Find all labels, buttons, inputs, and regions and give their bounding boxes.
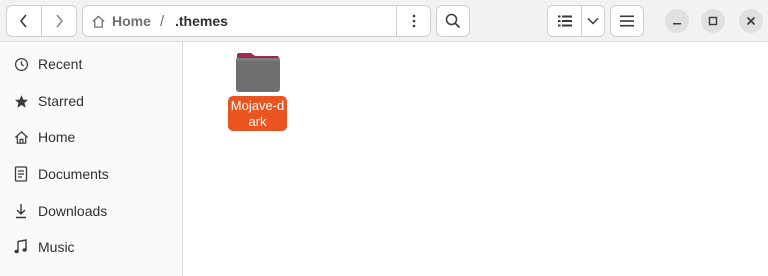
- path-menu-button[interactable]: [396, 6, 430, 36]
- breadcrumb-separator: /: [160, 12, 165, 30]
- sidebar-item-label: Starred: [38, 93, 84, 109]
- header-bar: Home / .themes: [0, 0, 768, 42]
- sidebar: Recent Starred Home Documents Downloads: [0, 42, 183, 276]
- search-button[interactable]: [436, 5, 470, 37]
- breadcrumb-home[interactable]: Home: [91, 6, 151, 36]
- sidebar-item-label: Downloads: [38, 203, 108, 219]
- sidebar-item-recent[interactable]: Recent: [0, 46, 183, 82]
- clock-icon: [13, 56, 29, 72]
- breadcrumb-home-label: Home: [112, 13, 151, 29]
- close-icon: [746, 16, 756, 26]
- sidebar-item-music[interactable]: Music: [0, 229, 183, 265]
- hamburger-menu-icon: [620, 15, 634, 27]
- chevron-right-icon: [56, 14, 64, 28]
- breadcrumb-current[interactable]: .themes: [175, 6, 228, 36]
- file-manager-window: Home / .themes Recent Starred Home Docum…: [0, 0, 768, 276]
- minimize-icon: [673, 23, 681, 25]
- sidebar-item-documents[interactable]: Documents: [0, 156, 183, 192]
- vertical-dots-icon: [412, 14, 415, 28]
- download-icon: [13, 203, 29, 219]
- search-icon: [445, 13, 461, 29]
- sidebar-item-starred[interactable]: Starred: [0, 83, 183, 119]
- close-button[interactable]: [739, 9, 763, 33]
- back-button[interactable]: [6, 5, 42, 37]
- sidebar-item-downloads[interactable]: Downloads: [0, 193, 183, 229]
- sidebar-item-label: Documents: [38, 166, 109, 182]
- list-view-button[interactable]: [547, 5, 582, 37]
- sidebar-item-home[interactable]: Home: [0, 119, 183, 155]
- star-icon: [13, 93, 29, 109]
- home-icon: [92, 14, 105, 28]
- file-view: Mojave-dark: [184, 42, 768, 276]
- list-view-icon: [557, 15, 572, 27]
- main-menu-button[interactable]: [610, 5, 644, 37]
- maximize-button[interactable]: [701, 9, 725, 33]
- folder-item[interactable]: Mojave-dark: [228, 52, 288, 132]
- chevron-down-icon: [587, 17, 599, 25]
- view-options-button[interactable]: [581, 5, 605, 37]
- path-bar: Home / .themes: [82, 5, 431, 37]
- document-icon: [13, 166, 29, 182]
- music-icon: [13, 239, 29, 255]
- maximize-icon: [708, 16, 718, 26]
- home-icon: [13, 129, 29, 145]
- forward-button[interactable]: [41, 5, 77, 37]
- chevron-left-icon: [19, 14, 27, 28]
- sidebar-item-label: Music: [38, 239, 75, 255]
- sidebar-item-label: Home: [38, 129, 76, 145]
- sidebar-item-label: Recent: [38, 56, 83, 72]
- folder-icon: [236, 53, 280, 92]
- minimize-button[interactable]: [665, 9, 689, 33]
- folder-name-label: Mojave-dark: [228, 96, 287, 131]
